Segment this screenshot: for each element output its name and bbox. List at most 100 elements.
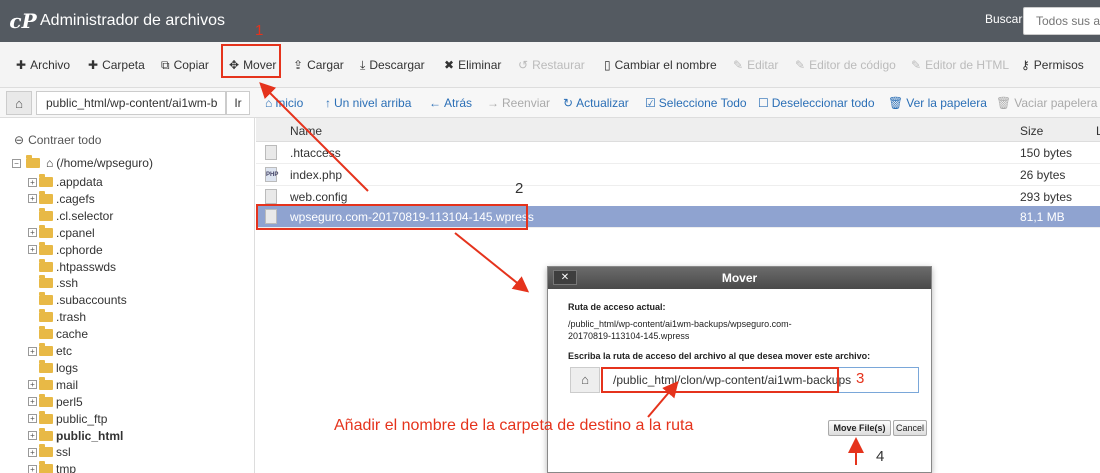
refresh-button[interactable]: ↻ Actualizar	[563, 96, 629, 110]
sidebar-item-cagefs[interactable]: + .cagefs	[28, 190, 95, 207]
home-nav-button[interactable]: ⌂ Inicio	[265, 96, 303, 110]
sidebar-item-etc[interactable]: + etc	[28, 343, 72, 359]
table-row[interactable]: .htaccess 150 bytes	[256, 142, 1100, 164]
arrow-up-icon: ↑	[325, 96, 331, 110]
sidebar-item-trash[interactable]: .trash	[28, 309, 86, 325]
move-files-button[interactable]: Move File(s)	[828, 420, 891, 436]
sidebar-item-appdata[interactable]: + .appdata	[28, 174, 103, 190]
upload-label: Cargar	[307, 58, 344, 72]
sidebar-item-label: .htpasswds	[56, 259, 117, 274]
sidebar-item-label: .trash	[56, 310, 87, 325]
deselect-all-button[interactable]: ☐ Deseleccionar todo	[758, 96, 875, 110]
file-list-header: Name Size L	[256, 118, 1100, 142]
select-all-label: Seleccione Todo	[658, 96, 747, 110]
sidebar-item-htpasswds[interactable]: .htpasswds	[28, 258, 117, 275]
new-folder-button[interactable]: ✚ Carpeta	[88, 56, 145, 74]
collapse-all-button[interactable]: ⊖ Contraer todo	[14, 133, 101, 147]
up-level-button[interactable]: ↑ Un nivel arriba	[325, 96, 411, 110]
go-button[interactable]: Ir	[226, 91, 250, 115]
expand-toggle-icon[interactable]: −	[12, 158, 21, 168]
folder-icon	[39, 224, 53, 238]
code-editor-button[interactable]: ✎ Editor de código	[795, 56, 896, 74]
refresh-label: Actualizar	[576, 96, 629, 110]
sidebar-item-public-html[interactable]: + public_html	[28, 427, 123, 444]
folder-icon	[39, 359, 53, 373]
up-level-label: Un nivel arriba	[334, 96, 412, 110]
rename-button[interactable]: ▯ Cambiar el nombre	[604, 56, 717, 74]
collapse-icon: ⊖	[14, 133, 25, 147]
new-file-button[interactable]: ✚ Archivo	[16, 56, 70, 74]
sidebar-item-cache[interactable]: cache	[28, 326, 88, 342]
checkbox-empty-icon: ☐	[758, 96, 769, 110]
folder-icon	[39, 241, 53, 255]
path-input[interactable]: public_html/wp-content/ai1wm-b	[36, 91, 226, 115]
dialog-home-button[interactable]: ⌂	[570, 367, 600, 393]
expand-toggle-icon[interactable]: +	[28, 228, 37, 238]
expand-toggle-icon[interactable]: +	[28, 380, 37, 390]
search-input[interactable]	[1023, 7, 1100, 35]
permissions-button[interactable]: ⚷ Permisos	[1021, 56, 1084, 74]
app-title: Administrador de archivos	[40, 12, 225, 29]
copy-button[interactable]: ⧉ Copiar	[161, 56, 209, 74]
download-button[interactable]: ⤓ Descargar	[360, 56, 425, 74]
sidebar-item-tmp[interactable]: + tmp	[28, 461, 76, 473]
expand-toggle-icon[interactable]: +	[28, 447, 37, 457]
copy-label: Copiar	[173, 58, 209, 72]
forward-button[interactable]: → Reenviar	[487, 96, 550, 110]
table-row[interactable]: PHP index.php 26 bytes	[256, 164, 1100, 186]
sidebar-item-cphorde[interactable]: + .cphorde	[28, 241, 103, 258]
folder-icon	[39, 461, 53, 473]
folder-icon	[39, 207, 53, 221]
upload-icon: ⇪	[293, 58, 304, 72]
dialog-close-button[interactable]: ✕	[553, 270, 577, 285]
empty-trash-button[interactable]: 🗑 Vaciar papelera	[996, 96, 1097, 110]
folder-tree-sidebar: ⊖ Contraer todo − ⌂ (/home/wpseguro) + .ap…	[0, 118, 255, 473]
annotation-number-3: 3	[856, 370, 865, 387]
restore-button[interactable]: ↺ Restaurar	[518, 56, 585, 74]
expand-toggle-icon[interactable]: +	[28, 177, 37, 187]
folder-icon	[39, 376, 53, 390]
expand-toggle-icon[interactable]: +	[28, 245, 37, 255]
sidebar-item-label: .cpanel	[56, 225, 95, 240]
sidebar-item-mail[interactable]: + mail	[28, 376, 79, 393]
html-editor-button[interactable]: ✎ Editor de HTML	[911, 56, 1009, 74]
column-size[interactable]: Size	[1020, 124, 1043, 138]
sidebar-item-ssl[interactable]: + ssl	[28, 444, 71, 460]
view-trash-button[interactable]: 🗑 Ver la papelera	[888, 96, 987, 110]
expand-toggle-icon[interactable]: +	[28, 194, 37, 204]
tree-root[interactable]: − ⌂ (/home/wpseguro)	[12, 155, 153, 170]
trash-icon: 🗑	[888, 96, 904, 110]
arrow-left-icon: ←	[429, 96, 441, 110]
delete-button[interactable]: ✖ Eliminar	[444, 56, 501, 74]
sidebar-item-ssh[interactable]: .ssh	[28, 275, 78, 291]
file-size: 26 bytes	[1020, 168, 1066, 182]
upload-button[interactable]: ⇪ Cargar	[293, 56, 344, 74]
sidebar-item-label: .cphorde	[56, 242, 103, 257]
cancel-button[interactable]: Cancel	[893, 420, 927, 436]
expand-toggle-icon[interactable]: +	[28, 464, 37, 473]
sidebar-item-logs[interactable]: logs	[28, 359, 78, 376]
column-name[interactable]: Name	[290, 124, 322, 138]
refresh-icon: ↻	[563, 96, 574, 110]
column-extra[interactable]: L	[1096, 124, 1100, 138]
deselect-all-label: Deseleccionar todo	[771, 96, 875, 110]
home-icon: ⌂	[15, 95, 23, 111]
back-button[interactable]: ← Atrás	[429, 96, 472, 110]
sidebar-item-label: mail	[56, 377, 79, 392]
sidebar-item-subaccounts[interactable]: .subaccounts	[28, 292, 127, 308]
expand-toggle-icon[interactable]: +	[28, 397, 37, 407]
home-button[interactable]: ⌂	[6, 91, 32, 115]
folder-icon	[39, 410, 53, 424]
edit-button[interactable]: ✎ Editar	[733, 56, 778, 74]
select-all-button[interactable]: ☑ Seleccione Todo	[645, 96, 747, 110]
expand-toggle-icon[interactable]: +	[28, 414, 37, 424]
expand-toggle-icon[interactable]: +	[28, 346, 37, 356]
sidebar-item-cl-selector[interactable]: .cl.selector	[28, 207, 113, 224]
sidebar-item-cpanel[interactable]: + .cpanel	[28, 224, 95, 241]
expand-toggle-icon[interactable]: +	[28, 431, 37, 440]
sidebar-item-public-ftp[interactable]: + public_ftp	[28, 410, 107, 427]
annotation-box-input	[601, 367, 839, 393]
folder-icon	[39, 309, 53, 323]
sidebar-item-perl5[interactable]: + perl5	[28, 393, 83, 410]
empty-trash-label: Vaciar papelera	[1014, 96, 1098, 110]
